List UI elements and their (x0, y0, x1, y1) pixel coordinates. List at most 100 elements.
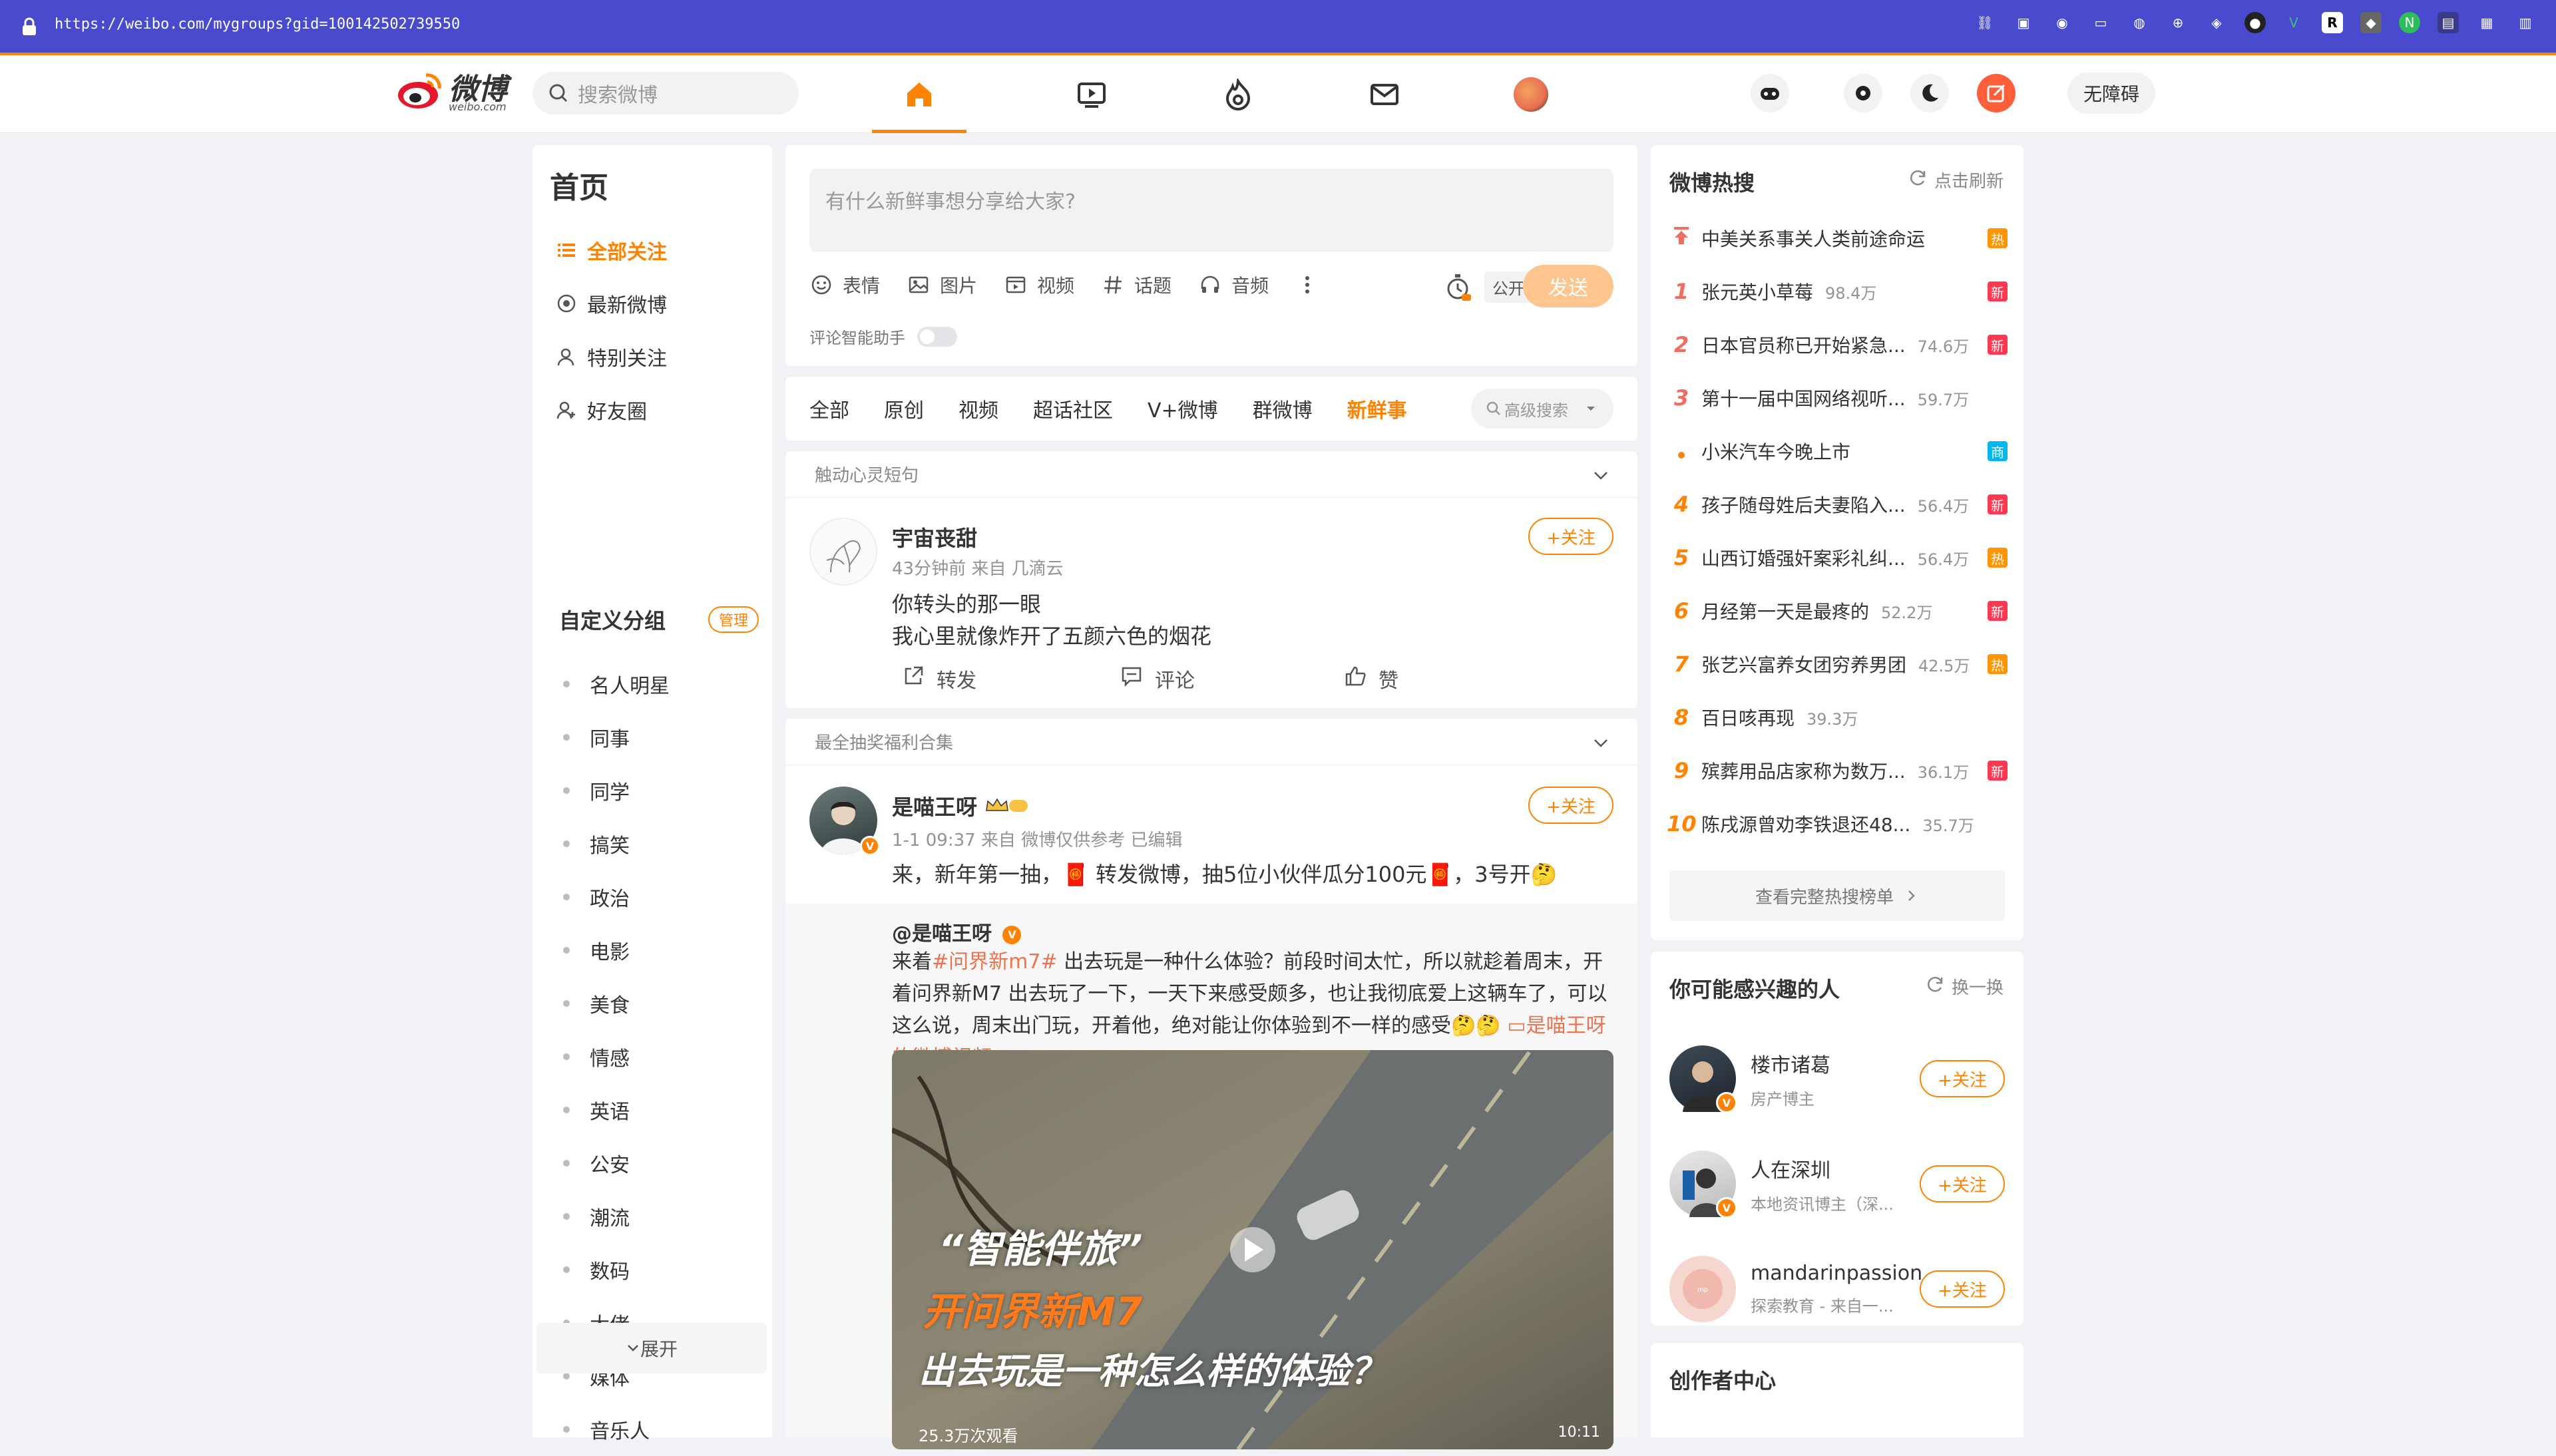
group-item[interactable]: 公安 (563, 1137, 670, 1190)
follow-button[interactable]: +关注 (1528, 787, 1613, 824)
user-name[interactable]: 人在深圳 (1751, 1154, 1894, 1183)
assist-toggle[interactable] (917, 326, 957, 347)
post-source-header[interactable]: 最全抽奖福利合集 (785, 719, 1637, 765)
avatar[interactable]: mp (1669, 1256, 1736, 1322)
vue-icon[interactable]: V (2283, 12, 2304, 33)
tab-video[interactable]: 视频 (958, 394, 998, 423)
hot-search-item[interactable]: 2 日本官员称已开始紧急... 74.6万新 (1667, 318, 2008, 371)
target-icon[interactable]: ⊕ (2167, 12, 2189, 33)
settings-button[interactable] (1844, 74, 1882, 112)
group-item[interactable]: 政治 (563, 870, 670, 924)
group-item[interactable]: 音乐人 (563, 1403, 670, 1456)
weibo-logo[interactable]: 微博 weibo.com (397, 70, 507, 113)
game-button[interactable] (1751, 74, 1789, 112)
expand-groups-button[interactable]: 展开 (536, 1323, 767, 1373)
search-input[interactable]: 搜索微博 (532, 72, 799, 114)
follow-button[interactable]: +关注 (1920, 1165, 2005, 1202)
change-batch-button[interactable]: 换一换 (1925, 974, 2004, 999)
topic-button[interactable]: 话题 (1101, 272, 1172, 298)
repost-block[interactable]: @是喵王呀 V 来着#问界新m7# 出去玩是一种什么体验？前段时间太忙，所以就趁… (785, 904, 1637, 1449)
compose-textarea[interactable]: 有什么新鲜事想分享给大家? (809, 169, 1613, 252)
avatar[interactable]: V (1669, 1045, 1737, 1113)
dark-mode-button[interactable] (1910, 74, 1949, 112)
nav-messages[interactable] (1311, 55, 1458, 133)
grid-icon[interactable]: ▦ (2476, 12, 2497, 33)
ublock-icon[interactable]: ◆ (2360, 12, 2382, 33)
sidebar-item-latest[interactable]: 最新微博 (555, 277, 667, 330)
group-item[interactable]: 情感 (563, 1030, 670, 1083)
group-item[interactable]: 数码 (563, 1243, 670, 1296)
group-item[interactable]: 搞笑 (563, 817, 670, 870)
group-item[interactable]: 同事 (563, 711, 670, 764)
avatar[interactable]: V (1669, 1151, 1737, 1218)
tab-vplus[interactable]: V+微博 (1148, 394, 1218, 423)
image-button[interactable]: 图片 (907, 272, 977, 298)
tab-all[interactable]: 全部 (809, 394, 849, 423)
tabs-icon[interactable]: ▥ (2515, 12, 2536, 33)
chevron-down-icon[interactable] (1591, 466, 1611, 486)
n-extension-icon[interactable]: N (2399, 12, 2420, 33)
nav-hot[interactable] (1165, 55, 1311, 133)
extension-icon[interactable]: ◈ (2206, 12, 2227, 33)
r-extension-icon[interactable]: R (2322, 12, 2343, 33)
sidebar-item-all-follow[interactable]: 全部关注 (555, 224, 667, 277)
tab-fresh[interactable]: 新鲜事 (1347, 394, 1407, 423)
link-icon[interactable]: ⛓ (1974, 12, 1996, 33)
user-name[interactable]: 楼市诸葛 (1751, 1049, 1830, 1078)
topic-link[interactable]: #问界新m7# (932, 950, 1058, 974)
tab-group-weibo[interactable]: 群微博 (1253, 394, 1313, 423)
group-item[interactable]: 美食 (563, 977, 670, 1030)
creator-center-title[interactable]: 创作者中心 (1669, 1364, 1776, 1395)
follow-button[interactable]: +关注 (1528, 518, 1613, 555)
hot-search-item[interactable]: 8 百日咳再现 39.3万 (1667, 691, 2008, 744)
hot-search-item[interactable]: 10 陈戌源曾劝李铁退还48... 35.7万 (1667, 797, 2008, 850)
hot-search-item[interactable]: 6 月经第一天是最疼的 52.2万 新 (1667, 584, 2008, 637)
group-item[interactable]: 电影 (563, 924, 670, 977)
follow-button[interactable]: +关注 (1920, 1060, 2005, 1097)
refresh-hot-button[interactable]: 点击刷新 (1908, 168, 2004, 192)
manage-groups-button[interactable]: 管理 (708, 606, 759, 633)
window-icon[interactable]: ▭ (2090, 12, 2111, 33)
sidebar-item-special[interactable]: 特别关注 (555, 330, 667, 383)
repost-author[interactable]: @是喵王呀 V (892, 917, 1022, 946)
video-button[interactable]: 视频 (1004, 272, 1074, 298)
advanced-search-input[interactable]: 高级搜索 (1471, 389, 1613, 429)
tab-original[interactable]: 原创 (884, 394, 924, 423)
group-item[interactable]: 潮流 (563, 1190, 670, 1243)
accessibility-button[interactable]: 无障碍 (2067, 73, 2155, 114)
video-player[interactable]: “智能伴旅” 开问界新M7 出去玩是一种怎么样的体验？ 25.3万次观看 10:… (892, 1050, 1613, 1449)
audio-button[interactable]: 音频 (1198, 272, 1269, 298)
nav-home[interactable] (872, 55, 966, 133)
user-name[interactable]: mandarinpassion (1751, 1262, 1922, 1285)
globe-icon[interactable]: ◍ (2129, 12, 2150, 33)
post-author[interactable]: 宇宙丧甜 (892, 522, 977, 552)
send-button[interactable]: 发送 (1523, 265, 1613, 307)
group-item[interactable]: 英语 (563, 1083, 670, 1137)
avatar[interactable] (809, 518, 877, 586)
emoji-button[interactable]: 表情 (809, 272, 880, 298)
compose-button[interactable] (1977, 74, 2016, 112)
hot-search-item[interactable]: 7 张艺兴富养女团穷养男团 42.5万热 (1667, 637, 2008, 691)
chevron-down-icon[interactable] (1591, 733, 1611, 753)
like-button[interactable]: 赞 (1344, 664, 1568, 693)
hot-search-item[interactable]: 9 殡葬用品店家称为数万... 36.1万新 (1667, 744, 2008, 797)
sidebar-item-friends[interactable]: 好友圈 (555, 383, 667, 437)
comment-button[interactable]: 评论 (1120, 664, 1344, 693)
view-full-hot-list-button[interactable]: 查看完整热搜榜单 (1669, 870, 2005, 921)
follow-button[interactable]: +关注 (1920, 1270, 2005, 1308)
screenshot-icon[interactable]: ▣ (2013, 12, 2034, 33)
hot-search-item[interactable]: 3 第十一届中国网络视听... 59.7万 (1667, 371, 2008, 425)
more-tools-button[interactable] (1295, 273, 1329, 297)
camera-icon[interactable]: ◉ (2051, 12, 2073, 33)
schedule-icon[interactable] (1444, 273, 1471, 302)
extension-dark-icon[interactable]: ● (2244, 12, 2266, 33)
post-author[interactable]: 是喵王呀 (892, 791, 1030, 821)
hot-search-item[interactable]: 中美关系事关人类前途命运 热 (1667, 212, 2008, 265)
group-item[interactable]: 同学 (563, 764, 670, 817)
address-bar[interactable]: https://weibo.com/mygroups?gid=100142502… (55, 16, 460, 33)
post-source-header[interactable]: 触动心灵短句 (785, 451, 1637, 498)
repost-button[interactable]: 转发 (902, 664, 1120, 693)
hot-search-item[interactable]: 1 张元英小草莓 98.4万 新 (1667, 265, 2008, 318)
hot-search-item[interactable]: 5 山西订婚强奸案彩礼纠... 56.4万热 (1667, 531, 2008, 584)
nav-profile[interactable] (1458, 55, 1604, 133)
